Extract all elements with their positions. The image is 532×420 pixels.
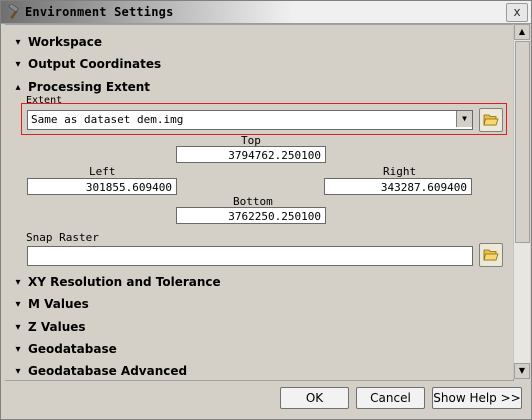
extent-browse-button[interactable] <box>479 108 503 132</box>
section-geodatabase-advanced-label: Geodatabase Advanced <box>28 364 188 378</box>
top-field[interactable]: 3794762.250100 <box>176 146 326 163</box>
double-chevron-down-icon: ▾ <box>15 276 21 288</box>
double-chevron-down-icon: ▾ <box>15 343 21 355</box>
extent-selected-value: Same as dataset dem.img <box>31 113 184 126</box>
double-chevron-down-icon: ▾ <box>15 321 21 333</box>
section-xy-resolution[interactable]: ▾ XY Resolution and Tolerance <box>14 273 221 291</box>
folder-open-icon <box>483 249 499 261</box>
hammer-icon <box>6 3 22 20</box>
bottom-field[interactable]: 3762250.250100 <box>176 207 326 224</box>
double-chevron-down-icon: ▾ <box>15 58 21 70</box>
environment-settings-dialog: Environment Settings x ▾ Workspace ▾ Out… <box>0 0 532 420</box>
section-processing-extent-label: Processing Extent <box>28 80 151 94</box>
dropdown-arrow-icon[interactable]: ▼ <box>456 111 472 127</box>
cancel-button[interactable]: Cancel <box>356 387 425 409</box>
snap-raster-label: Snap Raster <box>26 231 99 244</box>
section-geodatabase-label: Geodatabase <box>28 342 117 356</box>
scroll-up-button[interactable]: ▲ <box>514 24 530 40</box>
section-xy-resolution-label: XY Resolution and Tolerance <box>28 275 221 289</box>
left-field[interactable]: 301855.609400 <box>27 178 177 195</box>
double-chevron-up-icon: ▴ <box>15 81 21 93</box>
section-processing-extent[interactable]: ▴ Processing Extent <box>14 78 150 96</box>
section-workspace[interactable]: ▾ Workspace <box>14 33 102 51</box>
window-title: Environment Settings <box>25 5 174 19</box>
section-output-coordinates[interactable]: ▾ Output Coordinates <box>14 55 161 73</box>
show-help-button[interactable]: Show Help >> <box>432 387 522 409</box>
section-geodatabase-advanced[interactable]: ▾ Geodatabase Advanced <box>14 362 187 380</box>
scroll-down-button[interactable]: ▼ <box>514 363 530 379</box>
section-output-coordinates-label: Output Coordinates <box>28 57 162 71</box>
right-field[interactable]: 343287.609400 <box>324 178 472 195</box>
double-chevron-down-icon: ▾ <box>15 36 21 48</box>
double-chevron-down-icon: ▾ <box>15 298 21 310</box>
snap-raster-browse-button[interactable] <box>479 243 503 267</box>
ok-button[interactable]: OK <box>280 387 349 409</box>
close-icon: x <box>513 5 521 19</box>
vertical-scrollbar[interactable]: ▲ ▼ <box>513 24 530 379</box>
title-bar[interactable]: Environment Settings x <box>1 1 531 24</box>
double-chevron-down-icon: ▾ <box>15 365 21 377</box>
left-label: Left <box>89 165 116 178</box>
folder-open-icon <box>483 114 499 126</box>
section-z-values[interactable]: ▾ Z Values <box>14 318 86 336</box>
settings-panel: ▾ Workspace ▾ Output Coordinates ▴ Proce… <box>5 24 514 381</box>
section-z-values-label: Z Values <box>28 320 86 334</box>
section-workspace-label: Workspace <box>28 35 103 49</box>
scroll-thumb[interactable] <box>515 41 530 243</box>
settings-panel-body: ▾ Workspace ▾ Output Coordinates ▴ Proce… <box>5 25 513 380</box>
extent-label: Extent <box>26 95 63 106</box>
section-m-values-label: M Values <box>28 297 89 311</box>
extent-dropdown[interactable]: Same as dataset dem.img ▼ <box>27 110 473 130</box>
right-label: Right <box>383 165 417 178</box>
section-geodatabase[interactable]: ▾ Geodatabase <box>14 340 117 358</box>
snap-raster-field[interactable] <box>27 246 473 266</box>
section-m-values[interactable]: ▾ M Values <box>14 295 89 313</box>
close-button[interactable]: x <box>506 3 528 22</box>
